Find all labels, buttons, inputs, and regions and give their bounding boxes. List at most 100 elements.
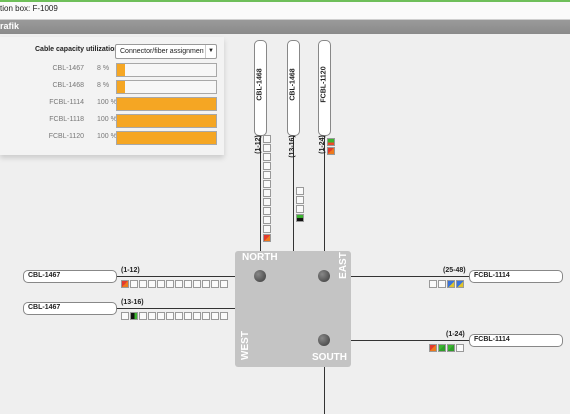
- fiber-cell[interactable]: [447, 344, 455, 352]
- range-top1: (1-12): [254, 135, 262, 154]
- fiber-cell[interactable]: [121, 312, 129, 320]
- fiber-cell[interactable]: [447, 280, 455, 288]
- fiber-cell[interactable]: [184, 312, 192, 320]
- south-label: SOUTH: [312, 352, 347, 363]
- fiber-cell[interactable]: [429, 344, 437, 352]
- range-left2: (13-16): [121, 299, 144, 306]
- title-bar: tion box: F-1009: [0, 0, 570, 20]
- fiber-cell[interactable]: [166, 280, 174, 288]
- assignment-select-value: Connector/fiber assignment ra: [120, 48, 204, 55]
- fiber-cell[interactable]: [263, 171, 271, 179]
- panel-header: rafik: [0, 20, 570, 34]
- utilization-cable-name: CBL-1468: [52, 82, 84, 89]
- fiber-cell[interactable]: [263, 189, 271, 197]
- fiber-cell[interactable]: [202, 280, 210, 288]
- utilization-percent: 100 %: [97, 133, 117, 140]
- utilization-fill: [117, 81, 125, 93]
- utilization-row: CBL-1468 8 %: [0, 80, 224, 94]
- utilization-cable-name: FCBL-1120: [48, 133, 84, 140]
- splice-box[interactable]: [235, 251, 351, 367]
- range-right1: (25-48): [443, 267, 466, 274]
- fiber-cell[interactable]: [166, 312, 174, 320]
- fiber-cell[interactable]: [220, 312, 228, 320]
- fiber-cell[interactable]: [130, 280, 138, 288]
- east-port-dot[interactable]: [318, 270, 330, 282]
- fiber-cell[interactable]: [139, 312, 147, 320]
- range-left1: (1-12): [121, 267, 140, 274]
- cable-left1[interactable]: CBL-1467: [23, 270, 117, 283]
- fiber-cell[interactable]: [263, 162, 271, 170]
- cable-left2[interactable]: CBL-1467: [23, 302, 117, 315]
- utilization-bar: [116, 97, 217, 111]
- cable-top1[interactable]: CBL-1468: [254, 40, 267, 136]
- fiber-cell[interactable]: [263, 234, 271, 242]
- fiber-cell[interactable]: [327, 138, 335, 146]
- utilization-row: CBL-1467 8 %: [0, 63, 224, 77]
- west-label: WEST: [239, 331, 251, 360]
- panel-title: rafik: [0, 21, 20, 31]
- cable-top2[interactable]: CBL-1468: [287, 40, 300, 136]
- cable-right1[interactable]: FCBL-1114: [469, 270, 563, 283]
- fiber-cell[interactable]: [263, 153, 271, 161]
- range-right2: (1-24): [446, 331, 465, 338]
- utilization-row: FCBL-1120 100 %: [0, 131, 224, 145]
- fiber-cell[interactable]: [296, 196, 304, 204]
- fiber-cell[interactable]: [211, 280, 219, 288]
- utilization-row: FCBL-1114 100 %: [0, 97, 224, 111]
- north-label: NORTH: [242, 252, 278, 263]
- fiber-cell[interactable]: [456, 344, 464, 352]
- fiber-cell[interactable]: [130, 312, 138, 320]
- fiber-cell[interactable]: [121, 280, 129, 288]
- fiber-cell[interactable]: [148, 312, 156, 320]
- utilization-bar: [116, 63, 217, 77]
- fiber-cell[interactable]: [263, 144, 271, 152]
- fiber-cell[interactable]: [220, 280, 228, 288]
- fiber-cell[interactable]: [456, 280, 464, 288]
- assignment-select[interactable]: Connector/fiber assignment ra ▼: [115, 44, 217, 59]
- fiber-cell[interactable]: [175, 280, 183, 288]
- fiber-cell[interactable]: [438, 344, 446, 352]
- cable-right2[interactable]: FCBL-1114: [469, 334, 563, 347]
- fiber-cell[interactable]: [139, 280, 147, 288]
- fiber-cell[interactable]: [157, 312, 165, 320]
- fiber-cell[interactable]: [202, 312, 210, 320]
- fiber-cell[interactable]: [296, 205, 304, 213]
- fiber-cell[interactable]: [263, 180, 271, 188]
- fiber-cell[interactable]: [263, 216, 271, 224]
- fiber-cell[interactable]: [438, 280, 446, 288]
- fiber-cell[interactable]: [184, 280, 192, 288]
- fiber-cell[interactable]: [263, 207, 271, 215]
- capacity-utilization-panel: Cable capacity utilization Connector/fib…: [0, 37, 224, 155]
- utilization-percent: 100 %: [97, 116, 117, 123]
- cable-line-left2: [116, 308, 236, 309]
- fiber-cell[interactable]: [175, 312, 183, 320]
- fiber-cell[interactable]: [296, 187, 304, 195]
- fiber-cell[interactable]: [148, 280, 156, 288]
- range-top2: (13-16): [288, 135, 296, 158]
- utilization-bar: [116, 80, 217, 94]
- utilization-fill: [117, 64, 125, 76]
- fiber-cell[interactable]: [263, 198, 271, 206]
- window-title: tion box: F-1009: [0, 4, 58, 13]
- utilization-fill: [117, 115, 216, 127]
- fiber-cell[interactable]: [327, 147, 335, 155]
- fiber-cell[interactable]: [263, 225, 271, 233]
- south-port-dot[interactable]: [318, 334, 330, 346]
- accent-line: [0, 0, 570, 2]
- east-label: EAST: [337, 252, 349, 279]
- utilization-cable-name: CBL-1467: [52, 65, 84, 72]
- north-port-dot[interactable]: [254, 270, 266, 282]
- utilization-cable-name: FCBL-1118: [49, 116, 84, 123]
- cable-top3[interactable]: FCBL-1120: [318, 40, 331, 136]
- fiber-cell[interactable]: [193, 312, 201, 320]
- fiber-cell[interactable]: [263, 135, 271, 143]
- fiber-cell[interactable]: [211, 312, 219, 320]
- utilization-cable-name: FCBL-1114: [49, 99, 84, 106]
- fiber-cell[interactable]: [429, 280, 437, 288]
- fiber-cell[interactable]: [193, 280, 201, 288]
- fiber-cell[interactable]: [296, 214, 304, 222]
- utilization-percent: 8 %: [97, 65, 110, 72]
- utilization-fill: [117, 132, 216, 144]
- dropdown-arrow-icon[interactable]: ▼: [205, 45, 216, 58]
- fiber-cell[interactable]: [157, 280, 165, 288]
